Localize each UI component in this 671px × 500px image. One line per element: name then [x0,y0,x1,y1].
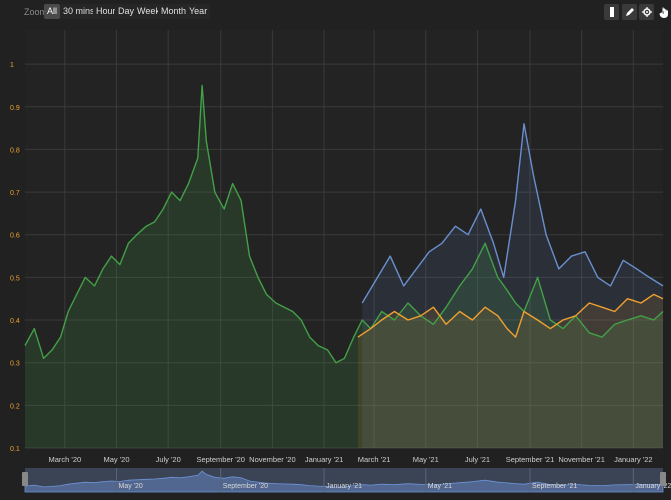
x-axis-ticks: March '20 May '20 July '20 September '20 Nov… [48,455,652,464]
x-tick-label: May '20 [103,455,129,464]
y-tick-label: 1 [10,62,14,69]
zoom-all-button[interactable]: All [44,4,61,19]
x-tick-label: July '21 [465,455,490,464]
y-tick-label: 0.3 [10,361,20,368]
x-tick-label: January '22 [614,455,653,464]
x-tick-label: September '21 [506,455,555,464]
y-tick-label: 0.6 [10,233,20,240]
y-tick-label: 0.4 [10,318,20,325]
x-tick-label: January '21 [305,455,344,464]
y-tick-label: 0.1 [10,446,20,453]
x-tick-label: November '21 [558,455,604,464]
navigator-tick-label: September '20 [223,483,268,490]
navigator-tick-label: September '21 [532,483,577,490]
pen-icon[interactable] [622,4,637,20]
main-chart[interactable]: 0.10.20.30.40.50.60.70.80.91 March '20 Ma… [0,24,671,464]
y-axis-ticks: 0.1 0.2 0.3 0.4 0.5 0.6 0.7 0.8 0.9 1 [10,62,20,453]
x-tick-label: November '20 [249,455,295,464]
zoom-month-button[interactable]: Month [158,4,190,19]
x-tick-label: March '20 [48,455,81,464]
settings-icon[interactable] [639,4,654,20]
hand-pointer-icon[interactable] [656,4,671,20]
navigator-tick-label: January '21 [326,483,362,490]
x-tick-label: September '20 [196,455,245,464]
y-tick-label: 0.5 [10,275,20,282]
y-tick-label: 0.8 [10,147,20,154]
navigator-left-handle[interactable] [22,472,28,486]
y-tick-label: 0.2 [10,403,20,410]
navigator[interactable]: May '20 September '20 January '21 May '21 Se… [0,464,671,500]
column-toggle-icon[interactable] [604,4,619,20]
zoom-30-mins-button[interactable]: 30 mins [60,4,98,19]
x-tick-label: July '20 [156,455,181,464]
navigator-right-handle[interactable] [660,472,666,486]
navigator-tick-label: May '20 [119,483,143,490]
zoom-year-button[interactable]: Year [186,4,211,19]
navigator-tick-label: May '21 [428,483,452,490]
x-tick-label: May '21 [413,455,439,464]
y-tick-label: 0.7 [10,190,20,197]
x-tick-label: March '21 [358,455,391,464]
y-tick-label: 0.9 [10,105,20,112]
range-selector-toolbar: Zoom All 30 mins Hour Day Week Month Yea… [0,0,671,24]
